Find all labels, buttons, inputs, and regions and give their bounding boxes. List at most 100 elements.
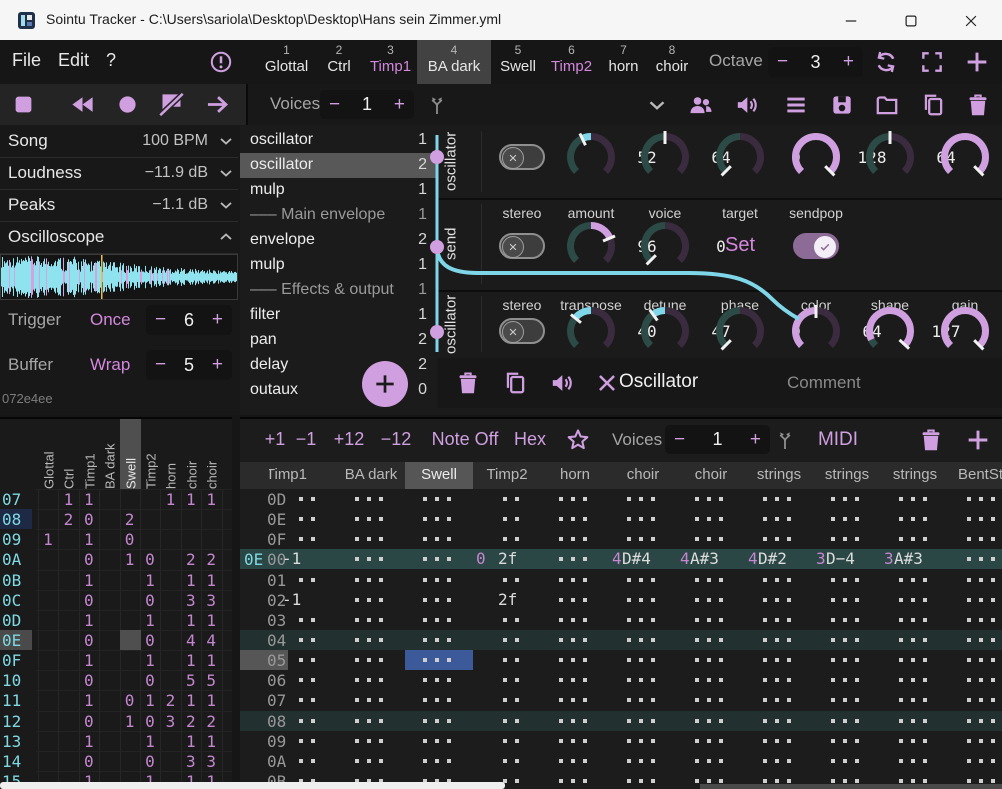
song-col-header-8[interactable]: choir [202, 419, 222, 489]
rewind-icon[interactable] [69, 91, 96, 118]
song-cell[interactable]: 1 [140, 651, 160, 670]
song-cell[interactable]: 1 [160, 490, 180, 509]
unit-list-item-7[interactable]: filter1 [240, 303, 437, 328]
song-cell[interactable]: 1 [120, 712, 140, 731]
trigger-minus-button[interactable]: − [146, 309, 175, 331]
song-cell[interactable]: 1 [140, 732, 160, 751]
pattern-track-name-5[interactable]: choir [609, 466, 677, 483]
copy-icon[interactable] [920, 92, 946, 118]
track-tab-timp2[interactable]: 6Timp2 [545, 40, 598, 84]
song-cell[interactable]: 1 [140, 611, 160, 630]
unit-list-item-9[interactable]: delay2 [240, 353, 437, 378]
pattern-button-−12[interactable]: −12 [381, 429, 412, 450]
song-cell[interactable]: 1 [79, 732, 99, 751]
song-cell[interactable]: 0 [79, 631, 99, 650]
knob[interactable]: 0 [637, 218, 693, 274]
song-cell[interactable]: 5 [201, 671, 221, 690]
track-tab-swell[interactable]: 5Swell [492, 40, 544, 84]
pattern-trash-icon[interactable] [918, 427, 944, 453]
song-selected-cell[interactable] [120, 630, 141, 650]
song-col-header-1[interactable]: Ctrl [59, 419, 79, 489]
song-cell[interactable]: 1 [181, 651, 201, 670]
cell-note[interactable]: -1 [282, 590, 301, 609]
loop-icon[interactable] [873, 49, 899, 75]
star-icon[interactable] [565, 427, 591, 453]
octave-minus-button[interactable]: − [768, 51, 797, 73]
pattern-track-name-7[interactable]: strings [745, 466, 813, 483]
song-cell[interactable]: 1 [38, 530, 58, 549]
menu-item-edit[interactable]: Edit [58, 50, 89, 71]
knob[interactable]: 64 [637, 129, 693, 185]
toggle-off[interactable] [499, 144, 545, 170]
song-cell[interactable]: 3 [201, 752, 221, 771]
cell-note[interactable]: 2f [498, 549, 517, 568]
selected-pattern-cell[interactable] [405, 650, 473, 670]
knob[interactable]: 0 [712, 303, 768, 359]
song-col-header-6[interactable]: horn [161, 419, 181, 489]
song-cell[interactable]: 0 [120, 691, 140, 710]
song-cell[interactable]: 0 [79, 550, 99, 569]
song-cell[interactable]: 0 [140, 671, 160, 690]
chevrondown-icon[interactable] [216, 131, 236, 151]
minimize-icon[interactable] [842, 12, 860, 30]
pattern-button-−1[interactable]: −1 [296, 429, 317, 450]
song-cell[interactable]: 4 [201, 631, 221, 650]
knob[interactable]: 64 [862, 129, 918, 185]
pattern-voices-minus-button[interactable]: − [665, 429, 694, 451]
song-col-header-5[interactable]: Timp2 [141, 419, 161, 489]
add-unit-button[interactable] [362, 361, 408, 407]
knob[interactable]: 40 [563, 303, 619, 359]
track-tab-glottal[interactable]: 1Glottal [260, 40, 313, 84]
song-cell[interactable]: 4 [181, 631, 201, 650]
song-cell[interactable]: 1 [201, 490, 221, 509]
horizontal-scrollbar-track[interactable] [700, 784, 1002, 789]
song-cell[interactable]: 1 [120, 550, 140, 569]
cell-note[interactable]: D−4 [826, 549, 855, 568]
song-cell[interactable]: 2 [160, 691, 180, 710]
close-icon[interactable] [962, 12, 980, 30]
song-cell[interactable]: 1 [140, 571, 160, 590]
pattern-button-hex[interactable]: Hex [514, 429, 546, 450]
song-cell[interactable]: 1 [181, 611, 201, 630]
save-icon[interactable] [829, 92, 855, 118]
song-col-header-7[interactable]: choir [182, 419, 202, 489]
unit-list-item-2[interactable]: mulp1 [240, 178, 437, 203]
song-cell[interactable]: 1 [201, 691, 221, 710]
song-cell[interactable]: 0 [79, 591, 99, 610]
song-cell[interactable]: 1 [79, 571, 99, 590]
record-icon[interactable] [114, 91, 141, 118]
track-tab-choir[interactable]: 8choir [649, 40, 695, 84]
split-icon[interactable] [425, 93, 449, 117]
song-cell[interactable]: 2 [181, 550, 201, 569]
menu-icon[interactable] [783, 92, 809, 118]
song-cell[interactable]: 1 [79, 691, 99, 710]
knob[interactable]: 128 [937, 129, 993, 185]
pattern-track-name-6[interactable]: choir [677, 466, 745, 483]
panel-row-song[interactable]: Song100 BPM [0, 125, 238, 158]
toggle-on[interactable] [793, 233, 839, 259]
cell-note[interactable]: -1 [282, 549, 301, 568]
pattern-button-note-off[interactable]: Note Off [432, 429, 499, 450]
song-cell[interactable]: 3 [160, 712, 180, 731]
track-tab-ctrl[interactable]: 2Ctrl [314, 40, 364, 84]
chevrondown-icon[interactable] [216, 163, 236, 183]
track-tab-ba-dark[interactable]: 4BA dark [417, 40, 491, 84]
pattern-track-name-1[interactable]: BA dark [337, 466, 405, 483]
pattern-button-+12[interactable]: +12 [334, 429, 365, 450]
song-cell[interactable]: 1 [181, 490, 201, 509]
speaker-icon[interactable] [549, 370, 575, 396]
pattern-track-name-10[interactable]: BentStr [949, 466, 1002, 483]
add-track-icon[interactable] [963, 48, 991, 76]
unit-list-item-4[interactable]: envelope2 [240, 228, 437, 253]
close-icon[interactable] [594, 370, 620, 396]
trash-icon[interactable] [965, 92, 991, 118]
song-cell[interactable]: 1 [79, 530, 99, 549]
arrowright-icon[interactable] [204, 91, 231, 118]
song-cell[interactable]: 0 [140, 752, 160, 771]
toggle-off[interactable] [499, 318, 545, 344]
chevrondown-icon[interactable] [216, 195, 236, 215]
song-cell[interactable]: 1 [201, 611, 221, 630]
song-cell[interactable]: 1 [181, 732, 201, 751]
pattern-track-name-2[interactable]: Swell [405, 466, 473, 483]
folder-icon[interactable] [874, 92, 900, 118]
